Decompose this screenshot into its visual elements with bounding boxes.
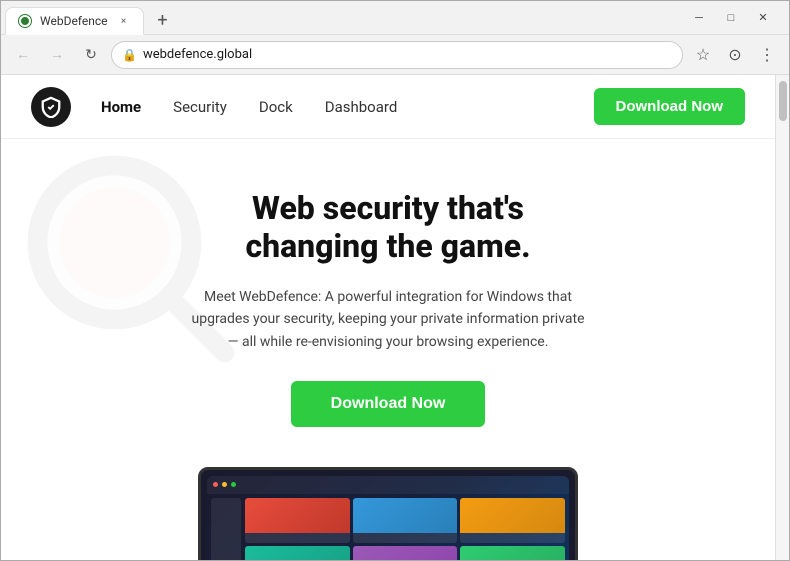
laptop-main <box>245 498 565 560</box>
browser-tab[interactable]: WebDefence × <box>5 7 144 35</box>
hero-content: Web security that's changing the game. M… <box>128 189 648 457</box>
nav-dock[interactable]: Dock <box>259 94 293 120</box>
reload-button[interactable]: ↻ <box>77 41 105 69</box>
laptop-card-3 <box>460 498 565 544</box>
laptop-card-img-3 <box>460 498 565 533</box>
laptop-dot-yellow <box>222 482 227 487</box>
laptop-card-6 <box>460 546 565 560</box>
url-text: webdefence.global <box>143 47 672 62</box>
nav-home[interactable]: Home <box>101 94 141 120</box>
page-inner: Home Security Dock Dashboard Download No… <box>1 75 775 560</box>
menu-button[interactable]: ⋮ <box>753 41 781 69</box>
page-content: Home Security Dock Dashboard Download No… <box>1 75 789 560</box>
laptop-content <box>207 494 569 560</box>
laptop-card-img-2 <box>353 498 458 533</box>
nav-download-button[interactable]: Download Now <box>594 88 746 125</box>
bookmark-button[interactable]: ☆ <box>689 41 717 69</box>
tab-strip: WebDefence × + <box>5 1 685 34</box>
close-button[interactable]: ✕ <box>749 4 777 32</box>
site-logo <box>31 87 71 127</box>
forward-button[interactable]: → <box>43 41 71 69</box>
tab-favicon <box>18 14 32 28</box>
maximize-button[interactable]: □ <box>717 4 745 32</box>
url-bar[interactable]: 🔒 webdefence.global <box>111 41 683 69</box>
toolbar-icons: ☆ ⊙ ⋮ <box>689 41 781 69</box>
laptop-mockup <box>198 467 578 560</box>
laptop-screen-inner <box>207 476 569 560</box>
profile-button[interactable]: ⊙ <box>721 41 749 69</box>
new-tab-button[interactable]: + <box>148 6 176 34</box>
laptop-card-2 <box>353 498 458 544</box>
tab-close-button[interactable]: × <box>115 13 131 29</box>
laptop-card-5 <box>353 546 458 560</box>
laptop-card-img-4 <box>245 546 350 560</box>
scrollbar[interactable] <box>775 75 789 560</box>
nav-security[interactable]: Security <box>173 94 227 120</box>
hero-section: risk.com Web security that's changing th… <box>1 139 775 560</box>
laptop-card-img-5 <box>353 546 458 560</box>
laptop-card-img-1 <box>245 498 350 533</box>
site-navbar: Home Security Dock Dashboard Download No… <box>1 75 775 139</box>
shield-svg-icon <box>40 96 62 118</box>
scrollbar-thumb[interactable] <box>779 81 787 121</box>
nav-dashboard[interactable]: Dashboard <box>325 94 398 120</box>
back-button[interactable]: ← <box>9 41 37 69</box>
laptop-card-img-6 <box>460 546 565 560</box>
tab-title: WebDefence <box>40 14 107 28</box>
laptop-dot-red <box>213 482 218 487</box>
address-bar: ← → ↻ 🔒 webdefence.global ☆ ⊙ ⋮ <box>1 35 789 75</box>
laptop-card-4 <box>245 546 350 560</box>
laptop-bar <box>207 476 569 494</box>
title-bar: WebDefence × + ─ □ ✕ <box>1 1 789 35</box>
browser-window: WebDefence × + ─ □ ✕ ← → ↻ 🔒 <box>0 0 790 561</box>
hero-description: Meet WebDefence: A powerful integration … <box>188 286 588 353</box>
laptop-card-1 <box>245 498 350 544</box>
lock-icon: 🔒 <box>122 48 137 62</box>
laptop-dot-green <box>231 482 236 487</box>
hero-download-button[interactable]: Download Now <box>291 381 486 427</box>
laptop-screen <box>198 467 578 560</box>
nav-links: Home Security Dock Dashboard <box>101 94 594 120</box>
window-controls: ─ □ ✕ <box>685 4 785 32</box>
minimize-button[interactable]: ─ <box>685 4 713 32</box>
laptop-sidebar <box>211 498 241 560</box>
hero-title: Web security that's changing the game. <box>128 189 648 266</box>
